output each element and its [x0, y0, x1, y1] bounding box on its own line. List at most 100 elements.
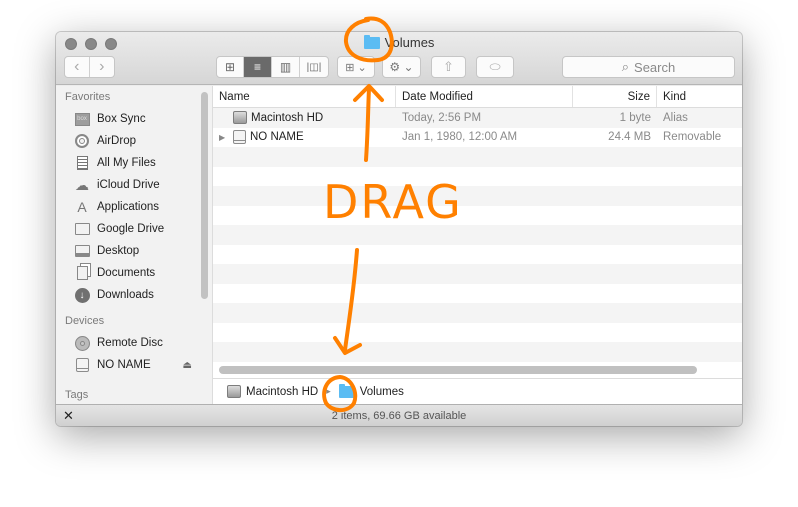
sidebar-scrollbar[interactable] [201, 92, 208, 299]
table-row[interactable]: Macintosh HD Today, 2:56 PM 1 byte Alias [213, 108, 742, 128]
file-size: 24.4 MB [608, 131, 651, 144]
disc-icon [74, 335, 90, 351]
list-icon: ≡ [253, 60, 261, 74]
sidebar-section-tags: Tags [65, 389, 89, 401]
all-files-icon [74, 155, 90, 171]
sidebar-item-downloads[interactable]: ↓ Downloads [56, 284, 212, 306]
column-header-size[interactable]: Size [573, 86, 657, 107]
finder-window: Volumes ‹ › ⊞ ≡ ▥ |◫| ⊞ ⌄ ⚙ ⌄ ⇧ ⬭ ⌕ Sear… [56, 32, 742, 426]
column-header-date-modified[interactable]: Date Modified [396, 86, 573, 107]
back-button[interactable]: ‹ [65, 57, 90, 77]
downloads-icon: ↓ [74, 287, 90, 303]
grid-icon: ⊞ [224, 60, 236, 74]
search-placeholder: Search [634, 59, 676, 75]
empty-row [213, 186, 742, 206]
empty-row [213, 322, 742, 342]
sidebar-item-label: iCloud Drive [97, 179, 160, 191]
column-view-button[interactable]: ▥ [272, 57, 300, 77]
hard-drive-icon [227, 385, 241, 398]
action-button[interactable]: ⚙ ⌄ [382, 56, 421, 78]
sidebar-item-applications[interactable]: A Applications [56, 196, 212, 218]
sidebar-section-favorites: Favorites [65, 91, 111, 103]
path-separator-icon: ▸ [326, 386, 331, 396]
forward-button[interactable]: › [90, 57, 114, 77]
empty-row [213, 225, 742, 245]
back-forward-group: ‹ › [64, 56, 115, 78]
arrange-button[interactable]: ⊞ ⌄ [337, 56, 375, 78]
tag-icon: ⬭ [489, 59, 501, 74]
empty-row [213, 342, 742, 362]
empty-row [213, 244, 742, 264]
file-kind: Alias [663, 111, 688, 124]
column-header-kind[interactable]: Kind [657, 86, 742, 107]
column-header-name[interactable]: Name [213, 86, 396, 107]
sidebar-item-desktop[interactable]: Desktop [56, 240, 212, 262]
path-item-volumes[interactable]: Volumes [360, 386, 404, 398]
gear-icon: ⚙ ⌄ [389, 60, 414, 74]
window-title[interactable]: Volumes [56, 34, 742, 50]
sidebar-item-label: Google Drive [97, 223, 165, 235]
coverflow-view-button[interactable]: |◫| [300, 57, 328, 77]
window-title-text: Volumes [384, 35, 435, 50]
list-rows: Macintosh HD Today, 2:56 PM 1 byte Alias… [213, 108, 742, 381]
drive-icon [74, 357, 90, 373]
drag-annotation: DRAG [323, 175, 463, 229]
sidebar-item-airdrop[interactable]: AirDrop [56, 130, 212, 152]
empty-row [213, 166, 742, 186]
share-button[interactable]: ⇧ [431, 56, 466, 78]
sidebar-item-label: Box Sync [97, 113, 146, 125]
icon-view-button[interactable]: ⊞ [217, 57, 244, 77]
columns-icon: ▥ [279, 60, 292, 74]
sidebar-item-icloud-drive[interactable]: ☁ iCloud Drive [56, 174, 212, 196]
file-list: Name Date Modified Size Kind Macintosh H… [213, 86, 742, 404]
documents-icon [74, 265, 90, 281]
file-name: Macintosh HD [251, 111, 324, 124]
empty-row [213, 264, 742, 284]
sidebar-item-label: AirDrop [97, 135, 136, 147]
horizontal-scrollbar[interactable] [219, 366, 697, 374]
tags-button[interactable]: ⬭ [476, 56, 514, 78]
sidebar-item-box-sync[interactable]: box Box Sync [56, 108, 212, 130]
status-bar: ✕ 2 items, 69.66 GB available [56, 404, 742, 426]
airdrop-icon [74, 133, 90, 149]
empty-row [213, 205, 742, 225]
sidebar-item-documents[interactable]: Documents [56, 262, 212, 284]
sidebar-toggle-icon[interactable]: ✕ [63, 408, 74, 424]
arrange-icon: ⊞ ⌄ [345, 61, 367, 74]
status-text: 2 items, 69.66 GB available [331, 409, 467, 422]
table-row[interactable]: ▶ NO NAME Jan 1, 1980, 12:00 AM 24.4 MB … [213, 127, 742, 147]
folder-icon [74, 221, 90, 237]
search-field[interactable]: ⌕ Search [562, 56, 735, 78]
cloud-icon: ☁ [75, 176, 89, 193]
sidebar-item-label: Documents [97, 267, 156, 279]
sidebar-item-label: Downloads [97, 289, 154, 301]
folder-icon [338, 383, 355, 398]
path-item-macintosh-hd[interactable]: Macintosh HD [246, 386, 318, 398]
share-icon: ⇧ [443, 59, 454, 74]
view-mode-group: ⊞ ≡ ▥ |◫| [216, 56, 329, 78]
list-view-button[interactable]: ≡ [244, 57, 272, 77]
drive-icon [233, 130, 246, 145]
disclosure-triangle-icon[interactable]: ▶ [219, 133, 229, 142]
hard-drive-alias-icon [233, 111, 247, 125]
sidebar-item-label: Applications [97, 201, 160, 213]
desktop-icon [74, 243, 90, 259]
box-icon: box [74, 111, 90, 127]
sidebar-item-label: Desktop [97, 245, 140, 257]
file-date: Today, 2:56 PM [402, 111, 482, 124]
list-header: Name Date Modified Size Kind [213, 86, 742, 108]
empty-row [213, 283, 742, 303]
sidebar-item-remote-disc[interactable]: Remote Disc [56, 332, 212, 354]
sidebar-item-label: NO NAME [97, 359, 151, 371]
sidebar-item-all-my-files[interactable]: All My Files [56, 152, 212, 174]
sidebar-item-label: All My Files [97, 157, 156, 169]
eject-icon[interactable]: ⏏ [183, 360, 192, 371]
applications-icon: A [77, 199, 87, 215]
file-name: NO NAME [250, 131, 304, 144]
sidebar-item-label: Remote Disc [97, 337, 163, 349]
sidebar-item-google-drive[interactable]: Google Drive [56, 218, 212, 240]
empty-row [213, 303, 742, 323]
title-bar: Volumes ‹ › ⊞ ≡ ▥ |◫| ⊞ ⌄ ⚙ ⌄ ⇧ ⬭ ⌕ Sear… [56, 32, 742, 85]
path-bar: Macintosh HD ▸ Volumes [213, 378, 742, 404]
sidebar-item-no-name[interactable]: NO NAME ⏏ [56, 354, 212, 376]
